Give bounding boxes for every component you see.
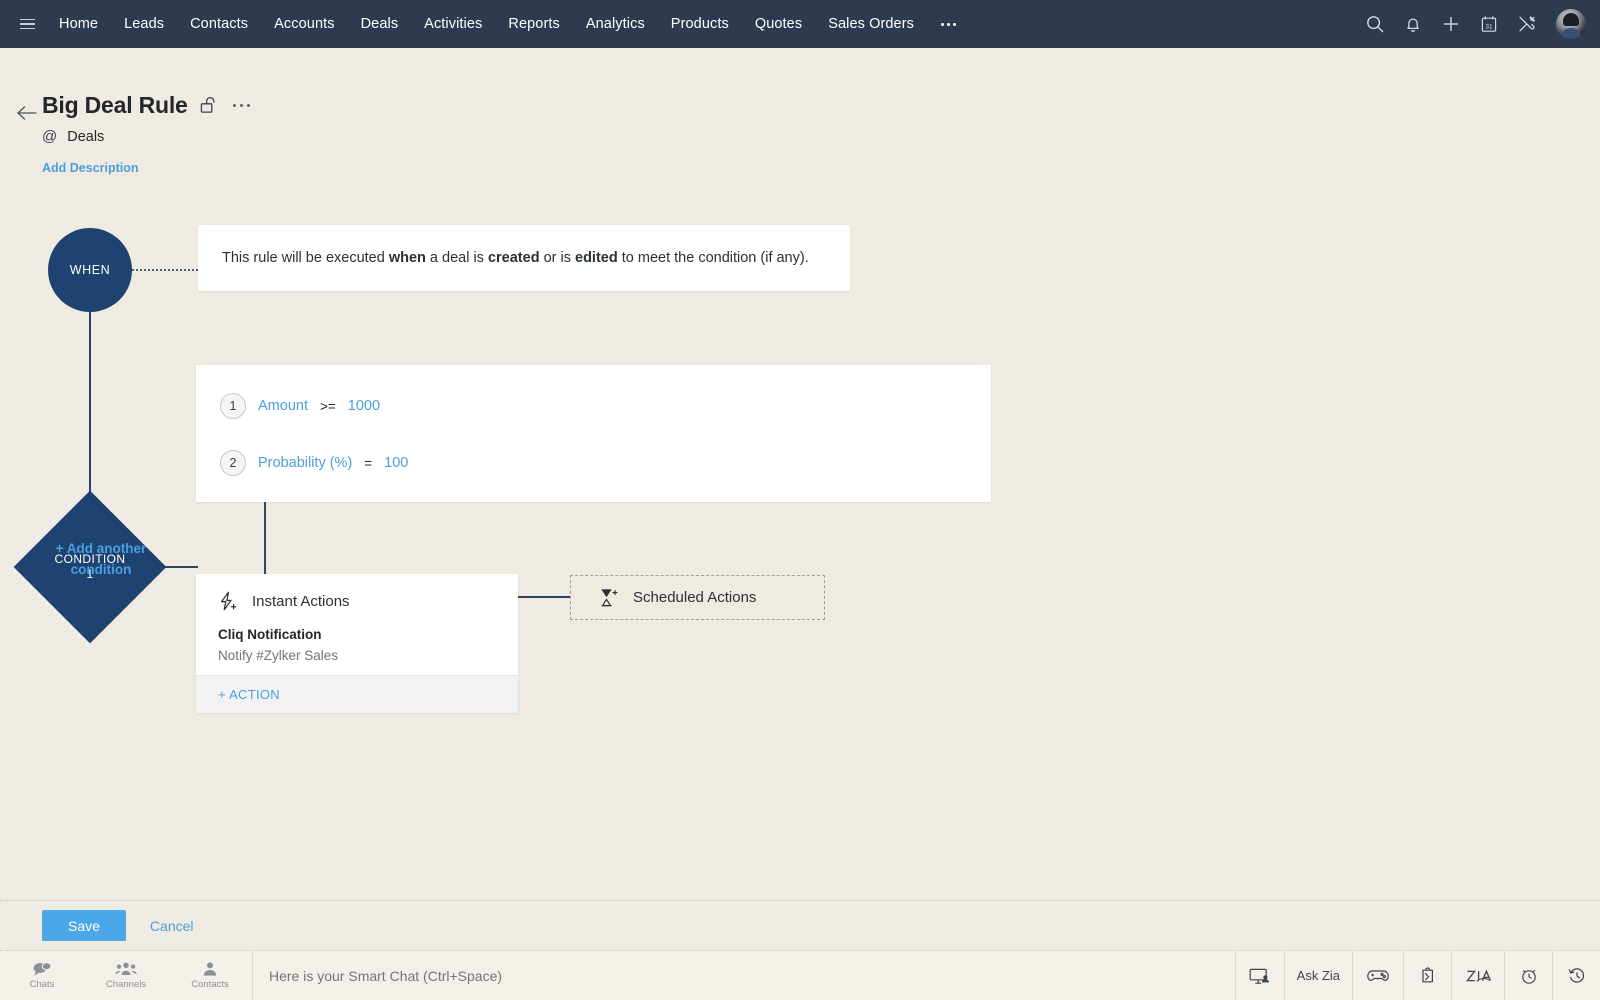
contact-person-icon (202, 961, 218, 977)
connector-condition-to-actions (264, 502, 266, 574)
instant-actions-body: Cliq Notification Notify #Zylker Sales (196, 612, 518, 666)
add-action-label: + ACTION (218, 687, 280, 702)
desc-mid1: a deal is (426, 250, 488, 266)
desc-bold-edited: edited (575, 250, 618, 266)
instant-actions-title: Instant Actions (252, 593, 350, 610)
unlock-icon[interactable] (200, 95, 219, 116)
criteria-row[interactable]: 2 Probability (%) = 100 (220, 450, 408, 476)
taskbar-label-channels: Channels (106, 979, 146, 990)
page-title: Big Deal Rule (42, 92, 188, 119)
criteria-field[interactable]: Probability (%) (258, 455, 352, 471)
hourglass-plus-icon (599, 587, 619, 609)
criteria-number: 2 (220, 450, 246, 476)
smart-chat-bar[interactable] (252, 951, 1235, 1000)
nav-item-accounts[interactable]: Accounts (261, 0, 347, 48)
connector-when-to-condition (89, 312, 91, 514)
rule-description-card: This rule will be executed when a deal i… (198, 225, 850, 291)
gamepad-icon[interactable] (1352, 951, 1403, 1000)
criteria-value[interactable]: 100 (384, 455, 408, 471)
taskbar-item-chats[interactable]: Chats (0, 951, 84, 1000)
calendar-day-number: 31 (1485, 23, 1493, 30)
ask-zia-label: Ask Zia (1297, 968, 1340, 983)
instant-actions-card: Instant Actions Cliq Notification Notify… (196, 574, 518, 713)
criteria-number: 1 (220, 393, 246, 419)
scheduled-actions-card[interactable]: Scheduled Actions (570, 575, 825, 620)
add-condition-line2: condition (42, 559, 160, 580)
connector-when-to-description (132, 269, 198, 271)
criteria-operator[interactable]: >= (320, 399, 336, 414)
when-node[interactable]: WHEN (48, 228, 132, 312)
lightning-plus-icon (218, 590, 240, 612)
desc-mid2: or is (540, 250, 575, 266)
top-navigation-bar: Home Leads Contacts Accounts Deals Activ… (0, 0, 1600, 48)
tools-icon[interactable] (1508, 0, 1546, 48)
nav-item-home[interactable]: Home (46, 0, 111, 48)
bottom-taskbar: Chats Channels Contacts (0, 950, 1600, 1000)
criteria-value[interactable]: 1000 (348, 398, 380, 414)
add-action-button[interactable]: + ACTION (196, 675, 518, 713)
nav-item-deals[interactable]: Deals (348, 0, 412, 48)
add-condition-line1: + Add another (42, 538, 160, 559)
hamburger-menu-icon[interactable] (8, 19, 46, 30)
form-action-bar: Save Cancel (0, 900, 1600, 950)
nav-item-reports[interactable]: Reports (495, 0, 572, 48)
zia-logo-icon[interactable] (1451, 951, 1504, 1000)
search-icon[interactable] (1356, 0, 1394, 48)
nav-item-leads[interactable]: Leads (111, 0, 177, 48)
cancel-button[interactable]: Cancel (150, 918, 194, 934)
criteria-row[interactable]: 1 Amount >= 1000 (220, 393, 380, 419)
condition-criteria-card: 1 Amount >= 1000 AND 2 Probability (%) =… (196, 365, 991, 502)
alarm-clock-icon[interactable] (1504, 951, 1552, 1000)
criteria-operator[interactable]: = (364, 456, 372, 471)
action-item-title[interactable]: Cliq Notification (218, 624, 496, 645)
channels-group-icon (115, 961, 137, 977)
rule-description-text: This rule will be executed when a deal i… (222, 248, 809, 268)
nav-item-analytics[interactable]: Analytics (573, 0, 658, 48)
user-avatar[interactable] (1556, 9, 1586, 39)
desc-bold-created: created (488, 250, 540, 266)
taskbar-item-contacts[interactable]: Contacts (168, 951, 252, 1000)
taskbar-left-items: Chats Channels Contacts (0, 951, 252, 1000)
instant-actions-header[interactable]: Instant Actions (196, 574, 518, 612)
action-item-subtitle: Notify #Zylker Sales (218, 645, 496, 666)
page-more-ellipsis-icon[interactable] (231, 98, 253, 114)
taskbar-label-contacts: Contacts (191, 979, 229, 990)
nav-more-ellipsis-icon[interactable] (927, 0, 970, 48)
smart-chat-input[interactable] (269, 968, 769, 984)
screen-share-icon[interactable] (1235, 951, 1284, 1000)
plus-icon[interactable] (1432, 0, 1470, 48)
ask-zia-button[interactable]: Ask Zia (1284, 951, 1352, 1000)
save-button[interactable]: Save (42, 910, 126, 941)
title-row: Big Deal Rule (42, 92, 252, 119)
scheduled-actions-title: Scheduled Actions (633, 589, 756, 606)
bell-icon[interactable] (1394, 0, 1432, 48)
clipboard-icon[interactable] (1403, 951, 1451, 1000)
nav-item-contacts[interactable]: Contacts (177, 0, 261, 48)
connector-instant-to-scheduled (518, 596, 570, 598)
desc-bold-when: when (389, 250, 426, 266)
criteria-field[interactable]: Amount (258, 398, 308, 414)
history-clock-icon[interactable] (1552, 951, 1600, 1000)
app-root: Home Leads Contacts Accounts Deals Activ… (0, 0, 1600, 1000)
add-another-condition-link[interactable]: + Add another condition (42, 538, 160, 580)
taskbar-label-chats: Chats (30, 979, 55, 990)
chat-bubbles-icon (32, 961, 52, 977)
nav-item-quotes[interactable]: Quotes (742, 0, 815, 48)
nav-links: Home Leads Contacts Accounts Deals Activ… (46, 0, 970, 48)
nav-item-sales-orders[interactable]: Sales Orders (815, 0, 927, 48)
desc-suffix: to meet the condition (if any). (618, 250, 809, 266)
back-arrow-icon[interactable] (14, 100, 40, 126)
nav-right-icons: 31 (1356, 0, 1600, 48)
when-node-label: WHEN (70, 263, 111, 277)
nav-item-products[interactable]: Products (658, 0, 742, 48)
nav-item-activities[interactable]: Activities (411, 0, 495, 48)
calendar-icon[interactable]: 31 (1470, 0, 1508, 48)
taskbar-item-channels[interactable]: Channels (84, 951, 168, 1000)
rule-flow-canvas: WHEN This rule will be executed when a d… (0, 140, 1600, 900)
desc-prefix: This rule will be executed (222, 250, 389, 266)
taskbar-right-items: Ask Zia (1235, 951, 1600, 1000)
